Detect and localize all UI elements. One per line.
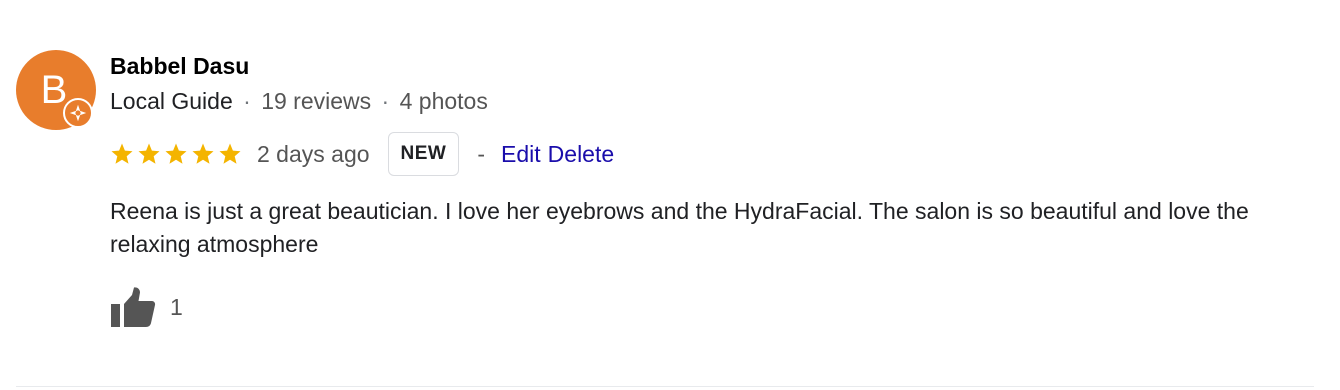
review-card: B Babbel Dasu Local Guide · 19 reviews ·… — [0, 0, 1340, 390]
delete-link[interactable]: Delete — [548, 141, 614, 168]
star-rating — [110, 142, 242, 166]
photo-count: 4 photos — [399, 88, 488, 114]
review-text: Reena is just a great beautician. I love… — [110, 198, 1249, 257]
rating-row: 2 days ago NEW - Edit Delete — [110, 132, 614, 176]
reviewer-name[interactable]: Babbel Dasu — [110, 53, 249, 80]
edit-link[interactable]: Edit — [501, 141, 541, 168]
star-icon — [111, 143, 133, 164]
meta-separator: · — [243, 88, 251, 114]
like-count: 1 — [170, 293, 183, 320]
divider — [16, 386, 1314, 387]
meta-separator: · — [381, 88, 390, 114]
reviewer-meta: Local Guide · 19 reviews · 4 photos — [110, 88, 488, 115]
new-badge: NEW — [387, 132, 460, 176]
local-guide-label: Local Guide — [110, 88, 233, 114]
review-count: 19 reviews — [261, 88, 372, 114]
thumbs-up-icon — [111, 287, 156, 327]
star-icon — [219, 143, 241, 164]
local-guide-star-icon — [63, 98, 93, 128]
review-date: 2 days ago — [257, 140, 370, 167]
like-button[interactable]: 1 — [110, 285, 183, 329]
actions-separator: - — [477, 140, 486, 167]
avatar-initial: B — [40, 68, 68, 112]
star-icon — [192, 143, 214, 164]
star-icon — [138, 143, 160, 164]
star-icon — [165, 143, 187, 164]
